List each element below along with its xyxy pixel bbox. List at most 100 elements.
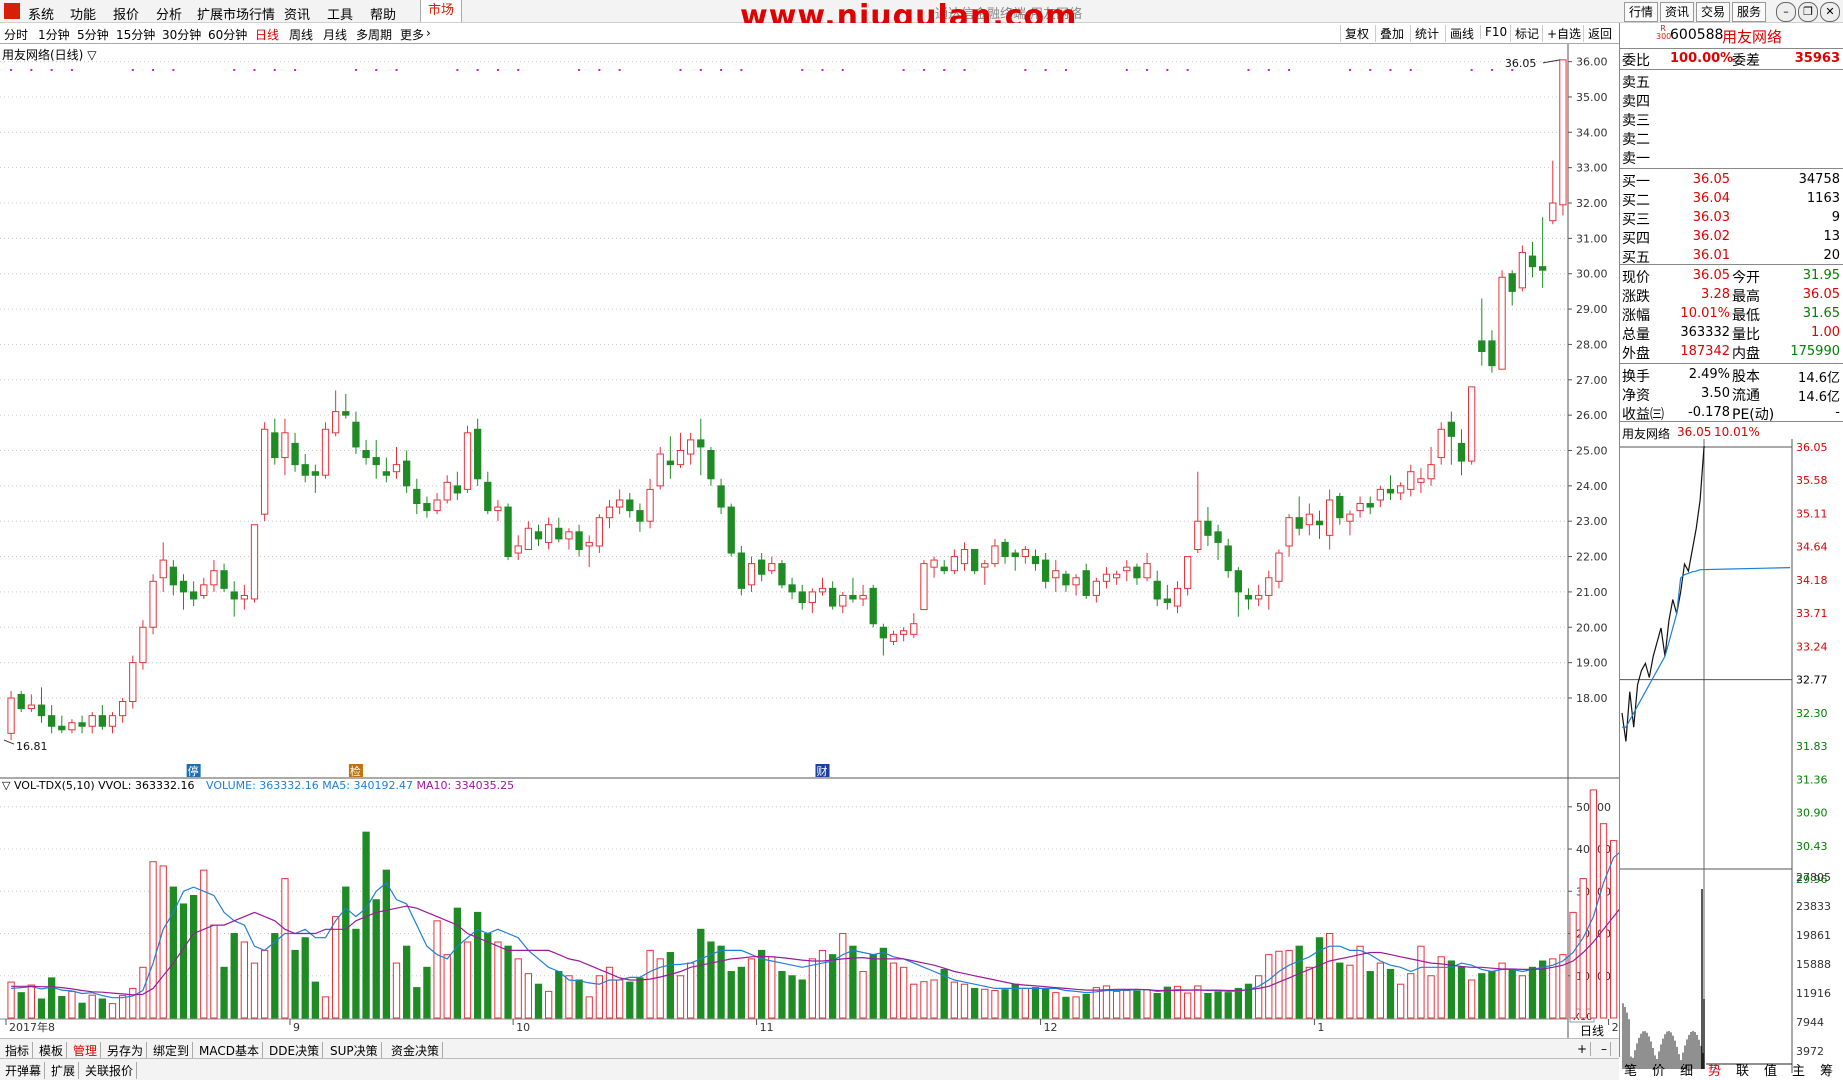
candle-body[interactable]: [555, 527, 563, 540]
volume-bar[interactable]: [1214, 991, 1222, 1019]
volume-bar[interactable]: [757, 949, 766, 1019]
panel-tab[interactable]: 细: [1680, 1060, 1693, 1079]
volume-bar[interactable]: [1052, 992, 1060, 1019]
candle-body[interactable]: [1082, 570, 1090, 596]
candle-body[interactable]: [768, 563, 776, 572]
candle-body[interactable]: [1285, 517, 1293, 547]
period-weekly[interactable]: 周线: [289, 26, 313, 43]
candle-body[interactable]: [17, 693, 25, 710]
candle-body[interactable]: [494, 506, 502, 512]
volume-bar[interactable]: [1204, 993, 1212, 1019]
volume-bar[interactable]: [1133, 990, 1141, 1019]
volume-bar[interactable]: [1031, 987, 1040, 1019]
volume-bar[interactable]: [544, 990, 553, 1019]
candle-body[interactable]: [646, 488, 654, 522]
volume-bar[interactable]: [1467, 979, 1476, 1019]
candle-body[interactable]: [991, 545, 999, 565]
candle-body[interactable]: [220, 570, 228, 589]
candle-body[interactable]: [869, 587, 877, 625]
volume-bar[interactable]: [494, 941, 502, 1019]
close-icon[interactable]: ✕: [1820, 2, 1840, 22]
volume-bar[interactable]: [808, 958, 817, 1019]
candle-body[interactable]: [189, 591, 198, 600]
candle-body[interactable]: [950, 556, 959, 572]
candle-body[interactable]: [1234, 570, 1243, 593]
panel-tab[interactable]: 联: [1736, 1060, 1749, 1079]
candle-body[interactable]: [118, 701, 127, 717]
volume-bar[interactable]: [514, 958, 522, 1019]
candle-body[interactable]: [7, 697, 15, 734]
candle-body[interactable]: [828, 587, 837, 607]
candle-body[interactable]: [879, 626, 888, 639]
candle-body[interactable]: [1467, 386, 1476, 462]
intraday-chart[interactable]: 36.05 35.58 35.11 34.64 34.18 33.71 33.24 32.77…: [1620, 439, 1843, 1073]
volume-bar[interactable]: [1163, 986, 1172, 1019]
volume-bar[interactable]: [981, 988, 989, 1019]
candle-body[interactable]: [98, 715, 107, 727]
volume-bar[interactable]: [1072, 996, 1080, 1019]
volume-bar[interactable]: [17, 992, 25, 1019]
volume-bar[interactable]: [311, 981, 320, 1019]
candle-body[interactable]: [1549, 202, 1557, 222]
restore-icon[interactable]: ❐: [1798, 2, 1818, 22]
candle-body[interactable]: [139, 626, 147, 664]
volume-bar[interactable]: [534, 983, 543, 1019]
tool-overlay[interactable]: 叠加: [1375, 25, 1404, 42]
candle-body[interactable]: [656, 453, 664, 487]
volume-bar[interactable]: [798, 979, 806, 1019]
candle-body[interactable]: [291, 442, 299, 466]
volume-bar[interactable]: [88, 994, 96, 1019]
candle-body[interactable]: [1112, 573, 1121, 579]
candle-body[interactable]: [1305, 513, 1314, 526]
candle-body[interactable]: [1508, 273, 1516, 292]
panel-tab[interactable]: 价: [1652, 1060, 1665, 1079]
candle-body[interactable]: [504, 506, 512, 558]
volume-bar[interactable]: [1508, 968, 1516, 1019]
volume-bar[interactable]: [869, 954, 877, 1019]
candle-body[interactable]: [484, 481, 492, 512]
top-button-info[interactable]: 资讯: [1660, 2, 1694, 22]
volume-bar[interactable]: [149, 861, 157, 1019]
candle-body[interactable]: [108, 715, 117, 727]
volume-bar[interactable]: [1234, 987, 1243, 1019]
menu-item-info[interactable]: 资讯: [284, 4, 310, 23]
volume-bar[interactable]: [676, 975, 685, 1019]
candle-body[interactable]: [1254, 594, 1263, 600]
candle-body[interactable]: [1041, 559, 1050, 582]
candle-body[interactable]: [423, 503, 431, 512]
candle-body[interactable]: [747, 563, 756, 586]
candle-body[interactable]: [37, 704, 46, 717]
candle-body[interactable]: [453, 485, 462, 494]
volume-bar[interactable]: [78, 1002, 86, 1019]
candle-body[interactable]: [859, 594, 867, 600]
volume-bar[interactable]: [68, 990, 76, 1019]
volume-bar[interactable]: [1143, 989, 1151, 1019]
volume-bar[interactable]: [1021, 987, 1030, 1019]
volume-bar[interactable]: [1336, 962, 1344, 1019]
candle-body[interactable]: [1265, 577, 1273, 596]
volume-bar[interactable]: [159, 865, 167, 1019]
volume-bar[interactable]: [747, 958, 756, 1019]
volume-bar[interactable]: [859, 971, 867, 1019]
volume-bar[interactable]: [1386, 968, 1395, 1019]
candle-body[interactable]: [1407, 471, 1415, 490]
candle-body[interactable]: [737, 552, 746, 589]
volume-bar[interactable]: [768, 956, 776, 1019]
candle-body[interactable]: [565, 531, 573, 540]
volume-bar[interactable]: [402, 945, 411, 1019]
volume-bar[interactable]: [1498, 962, 1506, 1019]
candle-body[interactable]: [1315, 520, 1324, 526]
tool-f10[interactable]: F10: [1480, 25, 1507, 39]
candle-body[interactable]: [1102, 573, 1111, 582]
candle-body[interactable]: [1295, 517, 1303, 529]
candle-body[interactable]: [707, 449, 715, 480]
candle-body[interactable]: [1031, 556, 1040, 565]
candle-body[interactable]: [1183, 556, 1192, 589]
volume-bar[interactable]: [595, 975, 604, 1019]
candle-body[interactable]: [331, 411, 340, 434]
volume-bar[interactable]: [1123, 990, 1131, 1019]
volume-bar[interactable]: [250, 962, 259, 1019]
volume-bar[interactable]: [230, 933, 238, 1019]
volume-bar[interactable]: [463, 941, 472, 1019]
tool-fuquan[interactable]: 复权: [1340, 25, 1369, 42]
